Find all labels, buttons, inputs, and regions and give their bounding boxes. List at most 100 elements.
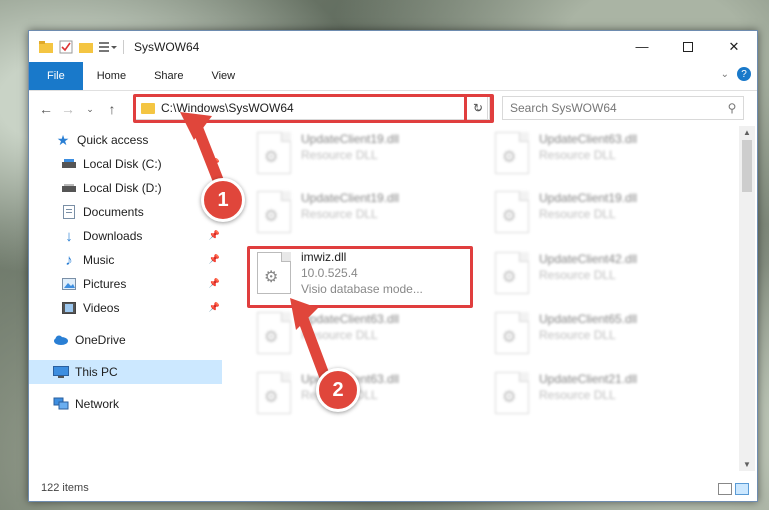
close-button[interactable]: ✕ <box>711 31 757 62</box>
file-list: ⚙ UpdateClient19.dll Resource DLL ⚙ Updat… <box>227 126 739 471</box>
dll-file-icon: ⚙ <box>495 132 529 174</box>
maximize-button[interactable] <box>665 31 711 62</box>
sidebar-item-label: Network <box>75 397 120 411</box>
scroll-up-icon[interactable]: ▲ <box>739 128 755 137</box>
gear-icon: ⚙ <box>264 389 279 406</box>
tab-share[interactable]: Share <box>140 62 197 90</box>
dll-file-icon: ⚙ <box>495 312 529 354</box>
new-folder-icon[interactable] <box>79 41 93 53</box>
large-icons-view-icon[interactable] <box>735 483 749 495</box>
sidebar-item-label: This PC <box>75 365 118 379</box>
dll-file-icon: ⚙ <box>257 372 291 414</box>
gear-icon: ⚙ <box>264 149 279 166</box>
sidebar-item-label: OneDrive <box>75 333 126 347</box>
pin-icon: 📌 <box>208 158 220 168</box>
sidebar-item-local-disk-c[interactable]: Local Disk (C:) 📌 <box>29 152 222 176</box>
file-description: Resource DLL <box>539 328 616 342</box>
help-icon[interactable]: ? <box>737 67 751 81</box>
file-name: UpdateClient19.dll <box>301 191 400 205</box>
sidebar-item-label: Local Disk (D:) <box>83 181 162 195</box>
file-tile[interactable]: ⚙ UpdateClient19.dll Resource DLL <box>485 187 711 243</box>
search-box[interactable]: Search SysWOW64 ⚲ <box>502 96 744 120</box>
window-title: SysWOW64 <box>134 39 200 54</box>
title-bar: SysWOW64 — ✕ <box>29 31 757 62</box>
sidebar-item-downloads[interactable]: ↓ Downloads 📌 <box>29 224 222 248</box>
sidebar-item-this-pc[interactable]: This PC <box>29 360 222 384</box>
folder-icon <box>39 40 53 53</box>
sidebar-item-videos[interactable]: Videos 📌 <box>29 296 222 320</box>
file-tile[interactable]: ⚙ UpdateClient21.dll Resource DLL <box>485 368 711 424</box>
cloud-icon <box>53 332 69 348</box>
file-tile[interactable]: ⚙ UpdateClient65.dll Resource DLL <box>485 308 711 364</box>
up-arrow-icon[interactable]: ↑ <box>101 101 123 117</box>
address-row: ← → ⌄ ↑ C:\Windows\SysWOW64 ⌄ ↻ Search S… <box>29 91 757 127</box>
sidebar-item-network[interactable]: Network <box>29 392 222 416</box>
downloads-icon: ↓ <box>65 227 73 245</box>
item-count: 122 items <box>41 482 89 494</box>
search-icon[interactable]: ⚲ <box>721 101 743 115</box>
sidebar-item-documents[interactable]: Documents 📌 <box>29 200 222 224</box>
sidebar-item-label: Local Disk (C:) <box>83 157 162 171</box>
pin-icon: 📌 <box>208 254 220 264</box>
network-icon <box>53 396 69 412</box>
back-arrow-icon[interactable]: ← <box>35 101 57 117</box>
address-highlight-box <box>133 94 493 123</box>
file-highlight-box <box>247 246 473 308</box>
file-tile[interactable]: ⚙ UpdateClient42.dll Resource DLL <box>485 248 711 304</box>
sidebar-item-pictures[interactable]: Pictures 📌 <box>29 272 222 296</box>
divider <box>123 39 124 54</box>
sidebar-item-label: Pictures <box>83 277 127 291</box>
dll-file-icon: ⚙ <box>257 312 291 354</box>
file-description: Resource DLL <box>301 148 378 162</box>
pin-icon: 📌 <box>208 278 220 288</box>
dll-file-icon: ⚙ <box>495 191 529 233</box>
file-name: UpdateClient19.dll <box>301 132 400 146</box>
file-tile[interactable]: ⚙ UpdateClient63.dllResource DLL <box>247 368 473 424</box>
minimize-button[interactable]: — <box>619 31 665 62</box>
file-name: UpdateClient21.dll <box>539 372 638 386</box>
properties-icon[interactable] <box>59 40 73 54</box>
search-input[interactable]: Search SysWOW64 <box>503 101 721 115</box>
vertical-scrollbar[interactable]: ▲ ▼ <box>739 126 755 471</box>
gear-icon: ⚙ <box>502 389 517 406</box>
sidebar-item-music[interactable]: ♪ Music 📌 <box>29 248 222 272</box>
tab-home[interactable]: Home <box>83 62 140 90</box>
gear-icon: ⚙ <box>264 329 279 346</box>
gear-icon: ⚙ <box>502 149 517 166</box>
dll-file-icon: ⚙ <box>257 132 291 174</box>
sidebar-item-onedrive[interactable]: OneDrive <box>29 328 222 352</box>
tab-view[interactable]: View <box>197 62 249 90</box>
videos-icon <box>61 300 77 316</box>
file-name: UpdateClient63.dll <box>301 312 400 326</box>
file-description: Resource DLL <box>301 328 378 342</box>
scroll-down-icon[interactable]: ▼ <box>739 460 755 469</box>
file-tile[interactable]: ⚙ UpdateClient19.dll Resource DLL <box>247 187 473 243</box>
sidebar-item-label: Quick access <box>77 133 149 147</box>
details-view-icon[interactable] <box>718 483 732 495</box>
expand-ribbon-icon[interactable]: ⌄ <box>721 69 729 80</box>
file-tile[interactable]: ⚙ UpdateClient63.dll Resource DLL <box>247 308 473 364</box>
scrollbar-thumb[interactable] <box>742 140 752 192</box>
sidebar-item-label: Downloads <box>83 229 143 243</box>
customize-qat-icon[interactable] <box>99 41 117 53</box>
ribbon-tabs: File Home Share View ⌄ ? <box>29 62 757 91</box>
drive-icon <box>61 180 77 196</box>
tab-file[interactable]: File <box>29 62 83 90</box>
callout-badge-1: 1 <box>201 178 245 222</box>
refresh-highlight-box <box>464 94 494 123</box>
explorer-window: SysWOW64 — ✕ File Home Share View ⌄ ? ← … <box>28 30 758 502</box>
pictures-icon <box>61 276 77 292</box>
recent-locations-icon[interactable]: ⌄ <box>79 104 101 115</box>
file-tile[interactable]: ⚙ UpdateClient63.dllResource DLL <box>485 128 711 184</box>
sidebar-item-label: Videos <box>83 301 120 315</box>
drive-icon <box>61 156 77 172</box>
file-name: UpdateClient65.dll <box>539 312 638 326</box>
sidebar-item-quick-access[interactable]: ★ Quick access <box>29 128 222 152</box>
sidebar-item-local-disk-d[interactable]: Local Disk (D:) 📌 <box>29 176 222 200</box>
music-icon: ♪ <box>65 251 73 269</box>
star-icon: ★ <box>56 131 70 148</box>
computer-icon <box>53 364 69 380</box>
file-tile[interactable]: ⚙ UpdateClient19.dll Resource DLL <box>247 128 473 184</box>
status-bar: 122 items <box>29 475 757 501</box>
forward-arrow-icon[interactable]: → <box>57 101 79 117</box>
